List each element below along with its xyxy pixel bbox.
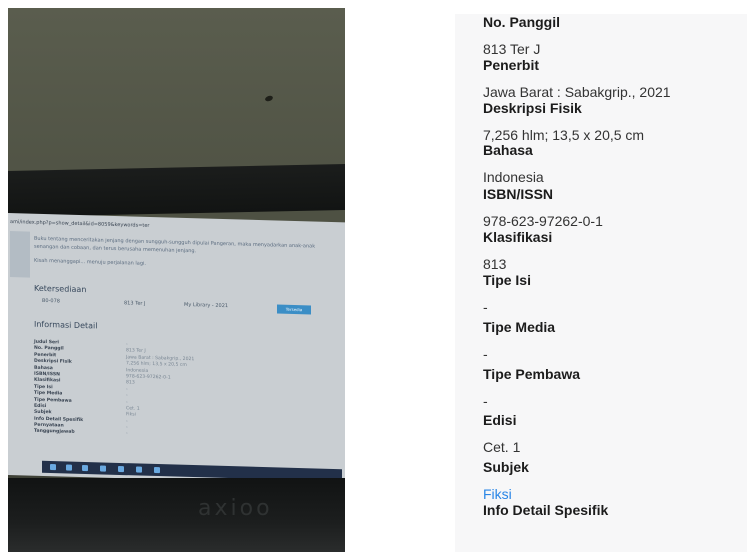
screen-info-value: -: [126, 387, 128, 393]
detail-field-label: Info Detail Spesifik: [483, 502, 609, 518]
detail-field: Info Detail Spesifik: [483, 502, 608, 518]
detail-field-label: Subjek: [483, 459, 529, 475]
detail-field-label: Tipe Media: [483, 319, 556, 335]
store-icon: [136, 466, 142, 473]
screen-availability-location: My Library - 2021: [184, 301, 229, 310]
app-icon: [154, 466, 160, 474]
screen-synopsis-line-3: Kisah menanggapi... menuju perjalanan la…: [34, 257, 147, 267]
detail-field: Klasifikasi 813: [483, 229, 552, 272]
screen-info-label: No. Panggil: [34, 346, 64, 352]
screen-info-value: -: [126, 418, 128, 425]
laptop-brand-logo: axioo: [198, 496, 273, 521]
screen-info-value: -: [126, 431, 128, 437]
detail-field-label: Edisi: [483, 412, 517, 428]
detail-field-value: 813: [483, 256, 507, 272]
start-icon: [50, 464, 56, 471]
detail-field-value: -: [483, 393, 488, 409]
detail-field: No. Panggil 813 Ter J: [483, 14, 560, 57]
screen-info-label: Tipe Isi: [34, 384, 53, 390]
detail-field-label: Deskripsi Fisik: [483, 100, 582, 116]
screen-info-value: 813 Ter J: [126, 348, 146, 355]
laptop-screen: ami/index.php?p=show_detail&id=8059&keyw…: [8, 213, 345, 485]
screen-info-label: Subjek: [34, 410, 52, 416]
screen-url-bar: ami/index.php?p=show_detail&id=8059&keyw…: [10, 219, 150, 229]
detail-field: Bahasa Indonesia: [483, 142, 544, 185]
detail-field-value: 7,256 hlm; 13,5 x 20,5 cm: [483, 127, 645, 143]
detail-field-value: Cet. 1: [483, 439, 521, 455]
detail-panel: No. Panggil 813 Ter J Penerbit Jawa Barat :…: [455, 14, 747, 552]
screen-info-label: Deskripsi Fisik: [34, 358, 72, 365]
screen-availability-code: B0-078: [42, 297, 60, 305]
detail-field-label: ISBN/ISSN: [483, 186, 554, 202]
screen-info-label: Penerbit: [34, 352, 57, 359]
wall-speck: [264, 94, 274, 103]
detail-field: Tipe Pembawa -: [483, 366, 580, 409]
detail-field-value: -: [483, 299, 488, 315]
detail-field: Penerbit Jawa Barat : Sabakgrip., 2021: [483, 57, 671, 100]
folder-icon: [118, 465, 124, 473]
screen-info-label: Tipe Media: [34, 390, 63, 397]
detail-field: Deskripsi Fisik 7,256 hlm; 13,5 x 20,5 cm: [483, 100, 644, 143]
screen-info-value: -: [126, 399, 128, 405]
detail-field-value: 813 Ter J: [483, 41, 541, 57]
screen-info-label: Pernyataan: [34, 422, 64, 429]
screen-info-value: Cet. 1: [126, 406, 140, 412]
browser-icon: [100, 465, 106, 472]
laptop-bottom-bezel: [8, 478, 345, 552]
detail-field-label: Penerbit: [483, 57, 540, 73]
detail-field-label: Bahasa: [483, 142, 533, 158]
screen-info-label: Tipe Pembawa: [34, 397, 72, 404]
subject-link[interactable]: Fiksi: [483, 486, 529, 502]
screen-info-value: -: [126, 393, 128, 399]
screen-info-value: -: [126, 425, 128, 431]
screen-info-label: Info Detail Spesifik: [34, 416, 84, 423]
screen-availability-heading: Ketersediaan: [34, 283, 87, 295]
detail-field: Edisi Cet. 1: [483, 412, 520, 455]
screen-info-rows: Judul Seri - No. Panggil 813 Ter J Penerbit J…: [34, 340, 334, 444]
screen-info-label: Klasifikasi: [34, 378, 61, 384]
screen-availability-call-number: 813 Ter J: [124, 300, 146, 307]
detail-field: Tipe Isi -: [483, 272, 531, 315]
detail-field: ISBN/ISSN 978-623-97262-0-1: [483, 186, 603, 229]
screen-info-heading: Informasi Detail: [34, 319, 98, 331]
screen-info-value: Indonesia: [126, 367, 149, 374]
detail-field-value: 978-623-97262-0-1: [483, 213, 603, 229]
detail-field: Subjek Fiksi: [483, 459, 529, 502]
screen-info-label: Edisi: [34, 403, 47, 409]
detail-field-label: Tipe Isi: [483, 272, 531, 288]
task-view-icon: [82, 464, 88, 472]
screen-availability-row: B0-078 813 Ter J My Library - 2021 Terse…: [34, 296, 324, 315]
detail-field-value: Jawa Barat : Sabakgrip., 2021: [483, 84, 671, 100]
screen-info-label: Judul Seri: [34, 339, 59, 346]
screen-info-value: Fiksi: [126, 412, 136, 418]
laptop-photo: ami/index.php?p=show_detail&id=8059&keyw…: [8, 8, 345, 552]
screen-info-value: 813: [126, 380, 135, 386]
screen-available-button: Tersedia: [277, 304, 311, 315]
screen-info-label: Bahasa: [34, 365, 53, 371]
detail-field: Tipe Media -: [483, 319, 555, 362]
detail-field-label: Klasifikasi: [483, 229, 553, 245]
screen-info-label: ISBN/ISSN: [34, 371, 61, 378]
screen-cover-thumbnail: [10, 231, 30, 278]
detail-field-value: Indonesia: [483, 169, 544, 185]
detail-field-label: No. Panggil: [483, 14, 560, 30]
screen-info-value: -: [126, 342, 128, 348]
laptop-top-bezel: [8, 163, 345, 217]
screen-info-label: Tanggungjawab: [34, 429, 75, 436]
search-icon: [66, 464, 72, 471]
detail-field-value: -: [483, 346, 488, 362]
detail-field-label: Tipe Pembawa: [483, 366, 581, 382]
